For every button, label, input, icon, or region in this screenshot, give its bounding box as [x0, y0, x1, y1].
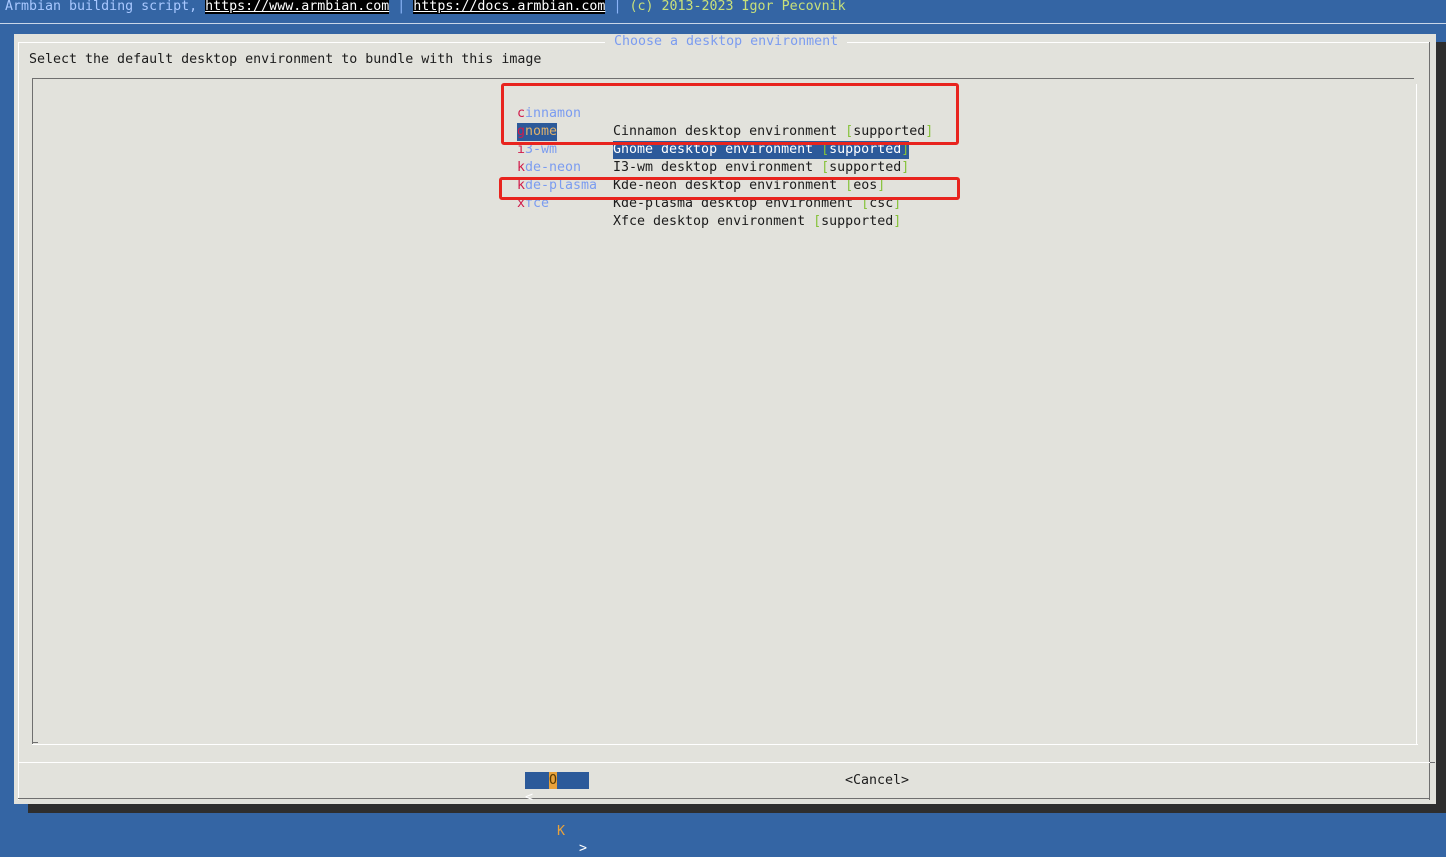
listbox-frame-right: [1416, 84, 1417, 744]
desc-text: I3-wm desktop environment: [613, 160, 822, 175]
dialog-shadow: [28, 804, 1446, 813]
copyright-text: (c) 2013-2023 Igor Pecovnik: [629, 0, 846, 14]
dialog-shadow: [1436, 42, 1446, 813]
annotation-highlight-box: [501, 83, 959, 145]
menu-item-kde-plasma[interactable]: kde-plasma Kde-plasma desktop environmen…: [517, 159, 901, 211]
dialog-frame-bottom: [18, 798, 1430, 799]
status-text: supported: [829, 160, 902, 175]
dialog-frame-right: [1429, 42, 1430, 800]
listbox-frame-left: [32, 78, 33, 744]
menu-item-description: I3-wm desktop environment [supported]: [613, 159, 909, 177]
bracket-open: [: [813, 214, 822, 229]
armbian-website-link[interactable]: https://www.armbian.com: [205, 0, 390, 14]
ok-label: K: [557, 824, 566, 839]
bracket-close: ]: [901, 160, 910, 175]
desc-text: Xfce desktop environment: [613, 214, 814, 229]
armbian-docs-link[interactable]: https://docs.armbian.com: [413, 0, 606, 14]
dialog-frame-left: [18, 42, 19, 800]
ok-button[interactable]: < O K >: [525, 772, 589, 856]
backtitle-prefix: Armbian building script,: [5, 0, 206, 14]
backtitle-rule: [0, 23, 1446, 24]
annotation-highlight-box: [499, 177, 960, 200]
ok-bracket-right: >: [578, 841, 587, 856]
listbox-frame-corner: [32, 742, 38, 743]
ok-hotkey: O: [549, 772, 558, 789]
bracket-open: [: [821, 160, 830, 175]
dialog-prompt: Select the default desktop environment t…: [29, 52, 542, 67]
cancel-button[interactable]: <Cancel>: [845, 772, 909, 789]
status-text: supported: [821, 214, 894, 229]
listbox-frame-bottom: [32, 744, 1418, 745]
bracket-close: ]: [893, 214, 902, 229]
dialog-title: Choose a desktop environment: [605, 34, 848, 49]
backtitle-separator: |: [605, 0, 630, 14]
backtitle-separator: |: [389, 0, 414, 14]
backtitle-text: Armbian building script, https://www.arm…: [5, 0, 846, 14]
button-separator: [18, 762, 1430, 763]
ok-bracket-left: <: [525, 790, 534, 805]
menu-item-description: Xfce desktop environment [supported]: [613, 213, 901, 231]
backtitle-bar: Armbian building script, https://www.arm…: [0, 0, 1446, 22]
listbox-frame-top: [32, 78, 1414, 79]
